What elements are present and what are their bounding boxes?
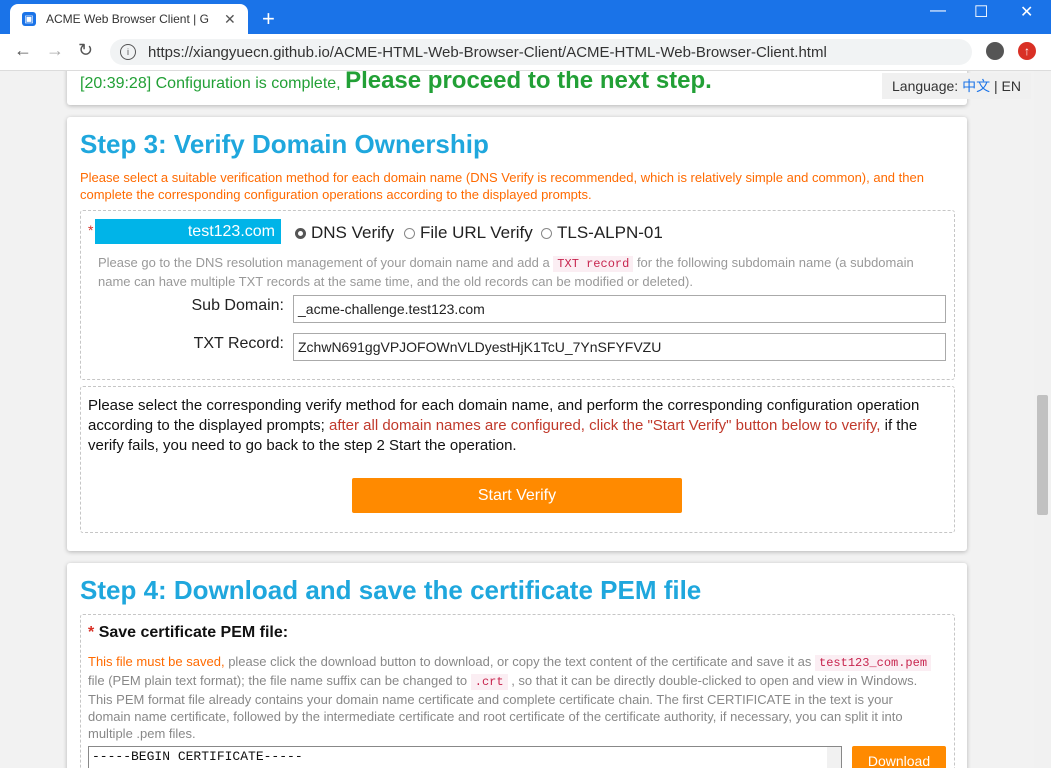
download-button[interactable]: Download	[852, 746, 946, 768]
radio-unselected-icon[interactable]	[541, 227, 552, 239]
forward-icon[interactable]: →	[46, 40, 64, 61]
language-zh-link[interactable]: 中文	[962, 76, 990, 96]
sub-domain-label: Sub Domain:	[191, 297, 285, 314]
textarea-scrollbar[interactable]	[827, 747, 841, 768]
page-content: [20:39:28] Configuration is complete, Pl…	[0, 71, 1034, 768]
maximize-icon[interactable]: ☐	[974, 2, 988, 22]
extension-icon[interactable]: ↑	[1018, 42, 1036, 60]
minimize-icon[interactable]: —	[930, 2, 946, 20]
crt-suffix-tag: .crt	[470, 674, 508, 690]
browser-toolbar: ← → ↻ i https://xiangyuecn.github.io/ACM…	[0, 34, 1051, 71]
pem-description: This file must be saved, please click th…	[88, 653, 933, 742]
status-message: Configuration is complete,	[155, 75, 341, 92]
verify-info-red: after all domain names are configured, c…	[328, 417, 881, 434]
save-pem-text: Save certificate PEM file:	[98, 624, 289, 641]
dns-hint-text-1: Please go to the DNS resolution manageme…	[98, 255, 550, 270]
address-bar[interactable]: i https://xiangyuecn.github.io/ACME-HTML…	[110, 39, 972, 65]
lock-icon: ▣	[22, 12, 36, 26]
step3-instruction: Please select a suitable verification me…	[80, 170, 924, 202]
status-emphasis: Please proceed to the next step.	[345, 71, 712, 94]
status-timestamp: [20:39:28]	[80, 75, 152, 92]
language-separator: |	[993, 78, 998, 94]
url-text[interactable]: https://xiangyuecn.github.io/ACME-HTML-W…	[148, 44, 827, 61]
domain-name-badge: test123.com	[95, 219, 281, 244]
title-bar: ▣ ACME Web Browser Client | G ✕ + — ☐ ✕	[0, 0, 1051, 34]
reload-icon[interactable]: ↻	[78, 40, 93, 61]
radio-dns-label: DNS Verify	[311, 223, 395, 242]
radio-dns-verify[interactable]: DNS Verify	[295, 223, 394, 243]
profile-avatar-icon[interactable]	[986, 42, 1004, 60]
language-switcher: Language: 中文 | EN	[882, 73, 1031, 99]
pem-text: -----BEGIN CERTIFICATE-----	[92, 749, 303, 764]
radio-tls-label: TLS-ALPN-01	[557, 223, 663, 242]
txt-record-tag: TXT record	[553, 256, 634, 272]
radio-selected-icon[interactable]	[295, 227, 306, 239]
new-tab-icon[interactable]: +	[262, 6, 275, 32]
radio-file-url-verify[interactable]: File URL Verify	[404, 223, 533, 243]
required-mark: *	[88, 624, 95, 641]
pem-desc-1: please click the download button to down…	[228, 654, 812, 669]
required-mark: *	[88, 222, 94, 238]
radio-tls-alpn[interactable]: TLS-ALPN-01	[541, 223, 663, 243]
dns-hint: Please go to the DNS resolution manageme…	[98, 254, 918, 290]
step4-title: Step 4: Download and save the certificat…	[80, 575, 702, 605]
pem-desc-2: file (PEM plain text format); the file n…	[88, 673, 468, 688]
save-pem-label: * Save certificate PEM file:	[88, 624, 288, 642]
info-icon[interactable]: i	[120, 44, 136, 60]
close-window-icon[interactable]: ✕	[1020, 2, 1033, 22]
pem-filename-tag: test123_com.pem	[815, 655, 932, 671]
tab-title: ACME Web Browser Client | G	[46, 12, 209, 26]
verify-info: Please select the corresponding verify m…	[88, 396, 938, 456]
language-label: Language:	[892, 78, 959, 94]
radio-unselected-icon[interactable]	[404, 227, 415, 239]
txt-record-label: TXT Record:	[193, 335, 284, 352]
txt-record-field[interactable]: ZchwN691ggVPJOFOWnVLDyestHjK1TcU_7YnSFYF…	[293, 333, 946, 361]
status-line: [20:39:28] Configuration is complete, Pl…	[80, 71, 712, 95]
back-icon[interactable]: ←	[14, 40, 32, 61]
radio-file-url-label: File URL Verify	[420, 223, 533, 242]
tab-close-icon[interactable]: ✕	[224, 11, 236, 28]
sub-domain-field[interactable]: _acme-challenge.test123.com	[293, 295, 946, 323]
page-scrollbar[interactable]	[1034, 71, 1051, 768]
language-en-link[interactable]: EN	[1002, 78, 1021, 94]
must-save-text: This file must be saved,	[88, 654, 225, 669]
step3-title: Step 3: Verify Domain Ownership	[80, 129, 489, 159]
start-verify-button[interactable]: Start Verify	[352, 478, 682, 513]
scrollbar-thumb[interactable]	[1037, 395, 1048, 515]
pem-textarea[interactable]: -----BEGIN CERTIFICATE-----	[88, 746, 842, 768]
browser-tab[interactable]: ▣ ACME Web Browser Client | G ✕	[10, 4, 248, 34]
